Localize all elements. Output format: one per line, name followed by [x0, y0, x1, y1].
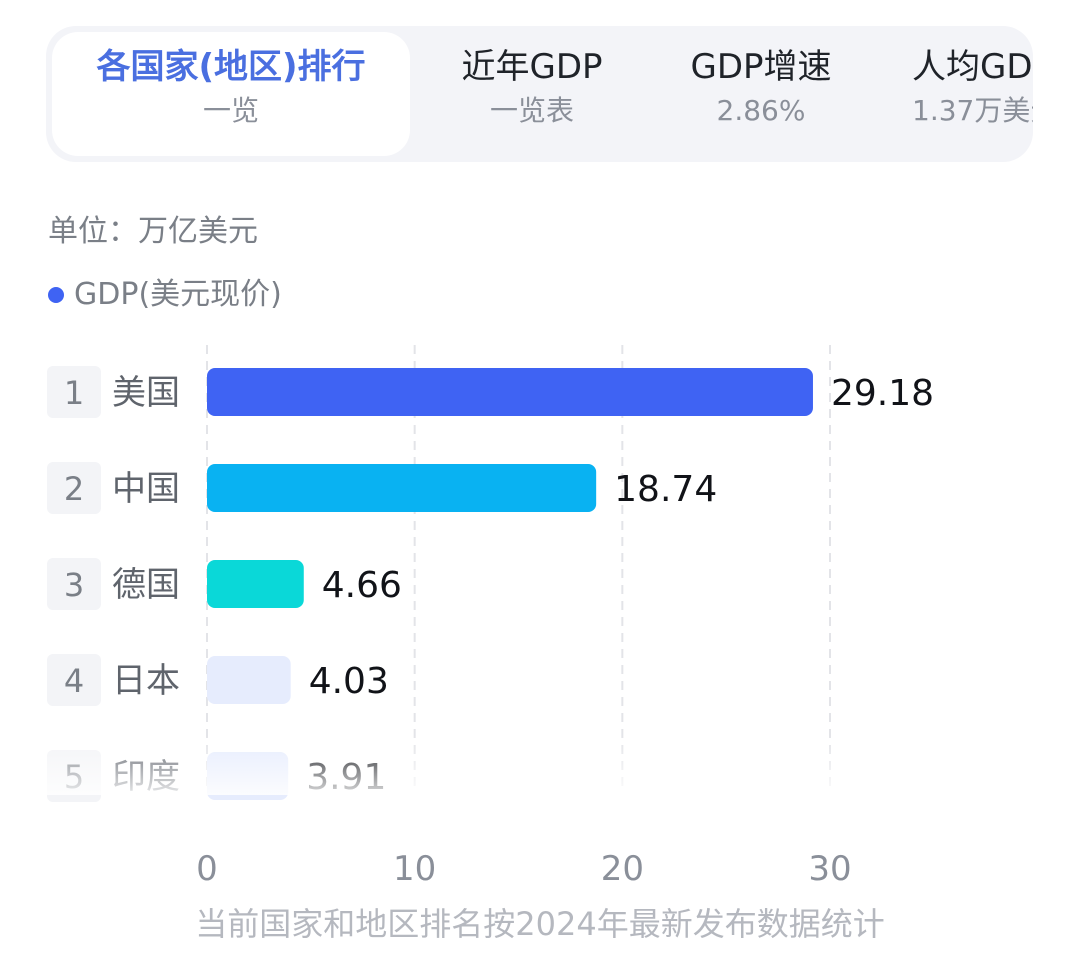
country-label: 中国 [112, 469, 180, 509]
rank-number: 3 [64, 566, 84, 604]
gdp-bar [207, 368, 813, 416]
gdp-bar [207, 464, 597, 512]
value-label: 4.03 [309, 661, 389, 702]
value-label: 29.18 [831, 373, 934, 414]
value-label: 18.74 [614, 469, 717, 510]
country-label: 美国 [112, 373, 180, 413]
x-tick-label: 0 [196, 849, 218, 889]
rank-number: 1 [64, 374, 84, 412]
rank-number: 2 [64, 470, 84, 508]
gdp-bar-chart: 1美国29.182中国18.743德国4.664日本4.035印度3.91 01… [40, 345, 1040, 889]
x-tick-label: 30 [808, 849, 851, 889]
rank-number: 4 [64, 662, 84, 700]
scroll-fade-overlay [40, 735, 1040, 795]
x-tick-label: 10 [393, 849, 436, 889]
x-tick-label: 20 [601, 849, 644, 889]
value-label: 4.66 [322, 565, 402, 606]
footnote: 当前国家和地区排名按2024年最新发布数据统计 [195, 905, 885, 943]
country-label: 日本 [112, 661, 180, 701]
gdp-bar [207, 560, 304, 608]
gdp-bar [207, 656, 291, 704]
country-label: 德国 [112, 565, 180, 605]
